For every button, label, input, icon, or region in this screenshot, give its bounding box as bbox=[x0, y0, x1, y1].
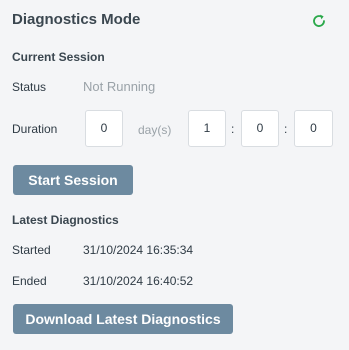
started-value: 31/10/2024 16:35:34 bbox=[83, 243, 194, 257]
days-unit-label: day(s) bbox=[138, 123, 172, 137]
time-separator: : bbox=[284, 122, 288, 136]
refresh-icon[interactable] bbox=[311, 13, 327, 29]
seconds-input[interactable]: 0 bbox=[294, 110, 333, 147]
started-label: Started bbox=[12, 243, 51, 257]
status-label: Status bbox=[12, 80, 47, 94]
days-input[interactable]: 0 bbox=[85, 110, 123, 147]
ended-value: 31/10/2024 16:40:52 bbox=[83, 274, 194, 288]
latest-diagnostics-heading: Latest Diagnostics bbox=[12, 213, 119, 227]
ended-label: Ended bbox=[12, 274, 47, 288]
hours-input[interactable]: 1 bbox=[188, 110, 226, 147]
current-session-heading: Current Session bbox=[12, 50, 105, 64]
time-separator: : bbox=[231, 122, 235, 136]
page-title: Diagnostics Mode bbox=[12, 11, 141, 28]
download-latest-diagnostics-button[interactable]: Download Latest Diagnostics bbox=[13, 304, 233, 334]
status-value: Not Running bbox=[83, 79, 156, 94]
minutes-input[interactable]: 0 bbox=[241, 110, 279, 147]
duration-label: Duration bbox=[12, 122, 58, 136]
start-session-button[interactable]: Start Session bbox=[13, 165, 133, 195]
